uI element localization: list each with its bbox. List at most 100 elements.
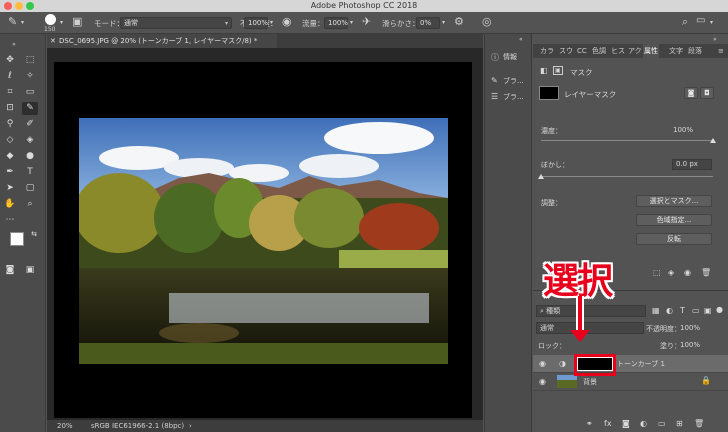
pressure-size-icon[interactable]: ◎: [482, 15, 492, 28]
swap-colors-icon[interactable]: ⇆: [26, 228, 42, 241]
search-icon[interactable]: ⌕: [682, 15, 688, 29]
feather-slider-track[interactable]: [541, 176, 713, 177]
info-panel-label[interactable]: 情報: [503, 52, 517, 62]
mask-thumbnail[interactable]: [539, 86, 559, 100]
layer-thumbnail[interactable]: [557, 375, 577, 388]
airbrush-icon[interactable]: ✈: [362, 15, 371, 28]
smoothing-options-icon[interactable]: ⚙: [454, 15, 464, 28]
tab-character[interactable]: 文字: [668, 44, 684, 58]
select-and-mask-button[interactable]: 選択とマスク...: [636, 195, 712, 207]
feather-value[interactable]: 0.0 px: [672, 159, 712, 170]
collapse-right-panel-icon[interactable]: »: [713, 36, 717, 43]
add-mask-icon[interactable]: ◙: [622, 419, 630, 428]
new-group-icon[interactable]: ▭: [658, 419, 666, 428]
color-range-button[interactable]: 色域指定...: [636, 214, 712, 226]
stamp-tool-icon[interactable]: ⚲: [2, 118, 18, 131]
workspace-dropdown-icon[interactable]: ▾: [710, 19, 713, 26]
vector-mask-icon[interactable]: ▣: [553, 66, 563, 75]
new-adjustment-icon[interactable]: ◐: [640, 419, 647, 428]
opacity-field[interactable]: 100%: [244, 17, 268, 29]
visibility-eye-icon[interactable]: ◉: [539, 359, 546, 368]
pen-tool-icon[interactable]: ✒: [2, 166, 18, 179]
brush-tool-icon[interactable]: ✎: [22, 102, 38, 115]
collapse-toolbox-icon[interactable]: »: [6, 38, 22, 51]
layer-style-icon[interactable]: fx: [604, 419, 612, 428]
quick-mask-icon[interactable]: ◙: [2, 264, 18, 277]
brush-panel-label-2[interactable]: ブラ...: [503, 92, 524, 102]
pixel-mask-icon[interactable]: ◧: [540, 66, 548, 75]
close-tab-icon[interactable]: ✕: [50, 34, 56, 48]
info-icon[interactable]: ⓘ: [491, 52, 499, 63]
filter-shape-icon[interactable]: ▭: [692, 306, 700, 315]
zoom-window-button[interactable]: [26, 2, 34, 10]
filter-toggle-icon[interactable]: ●: [716, 305, 723, 314]
layer-name[interactable]: 背景: [583, 377, 597, 387]
panel-menu-icon[interactable]: ≡: [717, 44, 725, 58]
select-pixel-mask-icon[interactable]: ◙: [684, 87, 698, 99]
density-slider-thumb[interactable]: [710, 138, 716, 143]
patch-tool-icon[interactable]: ⊡: [2, 102, 18, 115]
filter-adjust-icon[interactable]: ◐: [666, 306, 673, 315]
blur-tool-icon[interactable]: ◆: [2, 150, 18, 163]
smoothing-field[interactable]: 0%: [416, 17, 440, 29]
more-tools-icon[interactable]: ⋯: [2, 214, 18, 227]
close-window-button[interactable]: [4, 2, 12, 10]
flow-field[interactable]: 100%: [324, 17, 348, 29]
paint-bucket-tool-icon[interactable]: ◈: [22, 134, 38, 147]
zoom-level[interactable]: 20%: [57, 420, 73, 432]
tab-color[interactable]: カラ: [539, 44, 555, 58]
brush-panel-label-1[interactable]: ブラ...: [503, 76, 524, 86]
landscape-photo[interactable]: [79, 118, 448, 364]
eraser-tool-icon[interactable]: ◇: [2, 134, 18, 147]
brush-preview-icon[interactable]: [45, 14, 56, 25]
ruler-tool-icon[interactable]: ▭: [22, 86, 38, 99]
brush-dropdown-icon[interactable]: ▾: [60, 19, 63, 26]
new-layer-icon[interactable]: ⊞: [676, 419, 683, 428]
feather-slider-thumb[interactable]: [538, 174, 544, 179]
filter-pixel-icon[interactable]: ▦: [652, 306, 660, 315]
expand-panels-icon[interactable]: «: [519, 36, 523, 43]
blend-mode-select[interactable]: 通常: [536, 322, 644, 334]
path-select-tool-icon[interactable]: ➤: [2, 182, 18, 195]
flow-dropdown-icon[interactable]: ▾: [350, 19, 353, 26]
layer-row-background[interactable]: ◉ 背景 🔒: [533, 373, 728, 391]
marquee-tool-icon[interactable]: ⬚: [22, 54, 38, 67]
brush-settings-panel-icon[interactable]: ☰: [491, 92, 498, 101]
brush-settings-icon[interactable]: ▣: [72, 15, 82, 28]
filter-type-icon[interactable]: T: [680, 306, 685, 315]
brush-tool-icon[interactable]: ✎: [8, 15, 17, 28]
hand-tool-icon[interactable]: ✋: [2, 198, 18, 211]
filter-smart-icon[interactable]: ▣: [704, 306, 712, 315]
screen-mode-icon[interactable]: ▣: [22, 264, 38, 277]
visibility-eye-icon[interactable]: ◉: [539, 377, 546, 386]
layer-name[interactable]: トーンカーブ 1: [617, 359, 665, 369]
dodge-tool-icon[interactable]: ●: [22, 150, 38, 163]
layer-row-curves[interactable]: ◉ ◑ トーンカーブ 1: [533, 355, 728, 373]
minimize-window-button[interactable]: [15, 2, 23, 10]
tab-swatches[interactable]: スウ: [558, 44, 574, 58]
apply-mask-icon[interactable]: ◈: [668, 268, 674, 277]
layer-opacity-value[interactable]: 100%: [680, 324, 700, 332]
document-tab[interactable]: ✕ DSC_0695.JPG @ 20% (トーンカーブ 1, レイヤーマスク/…: [47, 34, 277, 48]
fill-value[interactable]: 100%: [680, 341, 700, 349]
density-slider-track[interactable]: [541, 140, 713, 141]
load-selection-icon[interactable]: ⬚: [653, 268, 661, 277]
lasso-tool-icon[interactable]: ℓ: [2, 70, 18, 83]
smoothing-dropdown-icon[interactable]: ▾: [442, 19, 445, 26]
add-vector-mask-icon[interactable]: ◘: [700, 87, 714, 99]
crop-tool-icon[interactable]: ⌗: [2, 86, 18, 99]
opacity-dropdown-icon[interactable]: ▾: [270, 19, 273, 26]
tab-actions[interactable]: アク: [627, 44, 643, 58]
tab-histogram[interactable]: ヒス: [610, 44, 626, 58]
workspace-icon[interactable]: ▭: [696, 15, 705, 26]
invert-button[interactable]: 反転: [636, 233, 712, 245]
shape-tool-icon[interactable]: ▢: [22, 182, 38, 195]
status-menu-icon[interactable]: ›: [189, 420, 192, 432]
delete-mask-icon[interactable]: 🗑: [701, 268, 711, 277]
tab-properties[interactable]: 属性: [643, 44, 659, 58]
type-tool-icon[interactable]: T: [22, 166, 38, 179]
history-brush-tool-icon[interactable]: ✐: [22, 118, 38, 131]
visibility-eye-icon[interactable]: ◉: [684, 268, 691, 277]
brush-panel-icon[interactable]: ✎: [491, 76, 498, 85]
delete-layer-icon[interactable]: 🗑: [694, 419, 704, 428]
